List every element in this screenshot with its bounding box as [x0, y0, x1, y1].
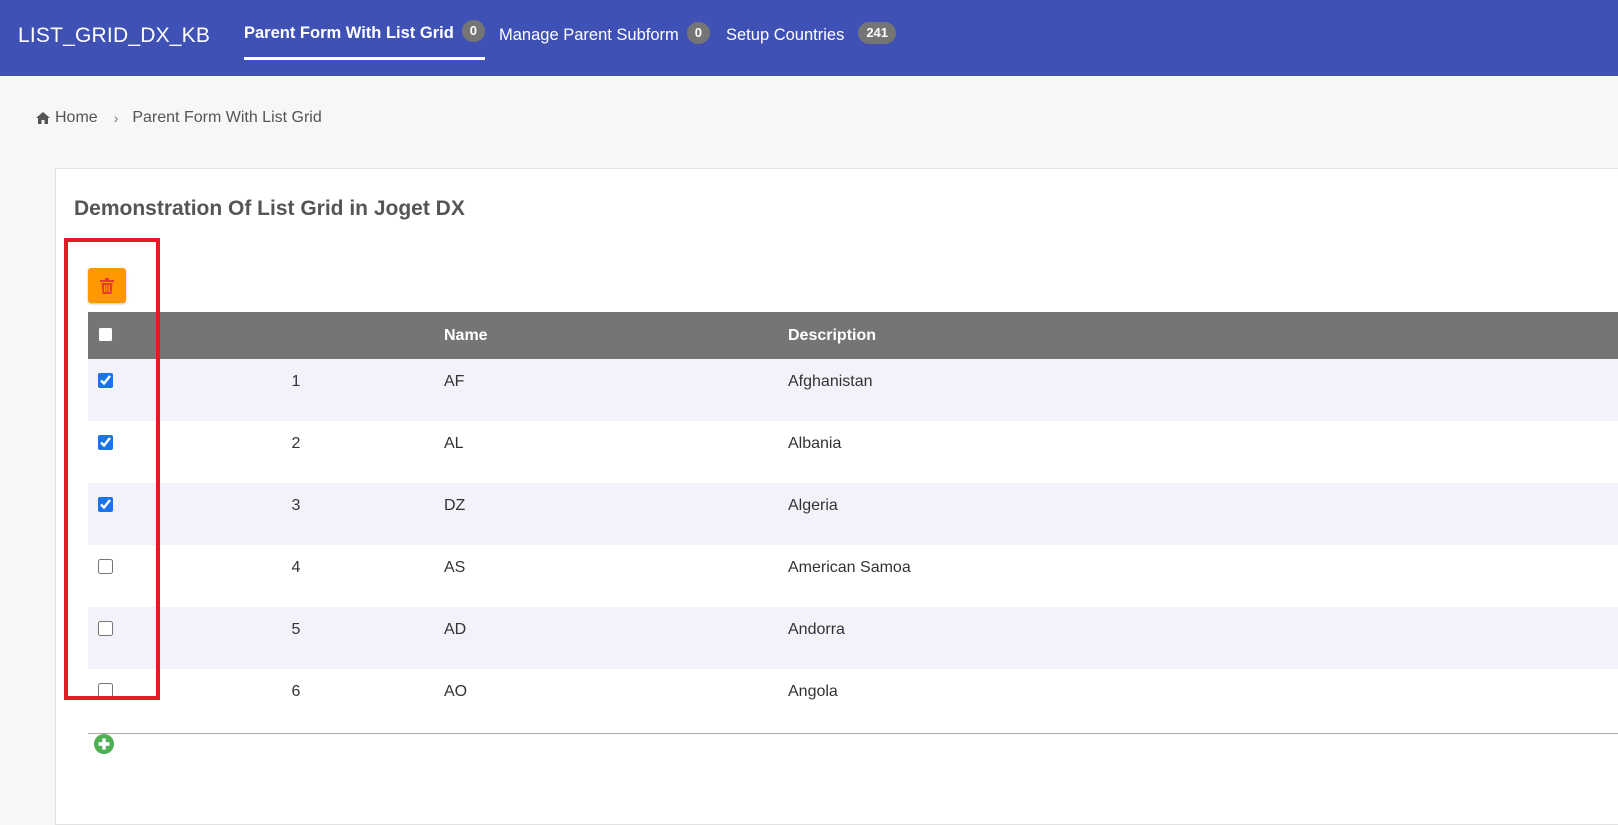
add-row-icon[interactable]: [94, 734, 114, 754]
app-brand[interactable]: LIST_GRID_DX_KB: [18, 24, 210, 48]
table-row[interactable]: 5 AD Andorra: [88, 607, 1618, 669]
row-checkbox[interactable]: [98, 373, 113, 388]
page-title: Demonstration Of List Grid in Joget DX: [74, 197, 465, 220]
row-name: DZ: [444, 497, 466, 514]
grid-divider: [88, 733, 1618, 734]
nav-tab-manage-subform[interactable]: Manage Parent Subform 0: [499, 22, 711, 60]
table-row[interactable]: 1 AF Afghanistan: [88, 359, 1618, 421]
row-checkbox-cell: [98, 373, 113, 393]
trash-icon: [100, 277, 114, 294]
row-checkbox[interactable]: [98, 497, 113, 512]
row-checkbox[interactable]: [98, 683, 113, 698]
row-checkbox[interactable]: [98, 435, 113, 450]
nav-tab-label: Setup Countries: [726, 26, 845, 44]
grid-header: Name Description: [88, 312, 1618, 359]
row-description: Angola: [788, 683, 838, 700]
row-name: AO: [444, 683, 468, 700]
top-navbar: LIST_GRID_DX_KB Parent Form With List Gr…: [0, 0, 1618, 76]
table-row[interactable]: 2 AL Albania: [88, 421, 1618, 483]
table-row[interactable]: 4 AS American Samoa: [88, 545, 1618, 607]
row-checkbox-cell: [98, 683, 113, 703]
row-number: 3: [291, 497, 301, 514]
count-badge: 0: [461, 20, 486, 42]
row-name: AL: [444, 435, 464, 452]
row-number: 4: [291, 559, 301, 576]
breadcrumb-current: Parent Form With List Grid: [132, 109, 322, 126]
delete-selected-button[interactable]: [88, 268, 126, 303]
table-row[interactable]: 3 DZ Algeria: [88, 483, 1618, 545]
row-name: AS: [444, 559, 466, 576]
nav-tab-label: Parent Form With List Grid: [244, 24, 454, 42]
row-number: 5: [291, 621, 301, 638]
breadcrumb-home[interactable]: Home: [36, 109, 98, 127]
nav-tab-setup-countries[interactable]: Setup Countries 241: [726, 22, 897, 60]
count-badge: 241: [858, 22, 897, 44]
list-grid: Name Description 1 AF Afghanistan 2 AL Albani…: [88, 312, 1618, 734]
breadcrumb-home-label: Home: [55, 109, 98, 126]
form-card: Demonstration Of List Grid in Joget DX N…: [55, 168, 1618, 825]
chevron-right-icon: ›: [113, 110, 119, 126]
table-row[interactable]: 6 AO Angola: [88, 669, 1618, 731]
row-description: Andorra: [788, 621, 845, 638]
column-header-description[interactable]: Description: [788, 327, 876, 345]
row-name: AD: [444, 621, 467, 638]
grid-body: 1 AF Afghanistan 2 AL Albania 3 DZ Algeria 4 AS Ame…: [88, 359, 1618, 731]
row-checkbox-cell: [98, 435, 113, 455]
nav-tab-label: Manage Parent Subform: [499, 26, 679, 44]
row-checkbox-cell: [98, 559, 113, 579]
row-description: American Samoa: [788, 559, 911, 576]
column-header-name[interactable]: Name: [444, 327, 488, 345]
row-checkbox[interactable]: [98, 621, 113, 636]
row-checkbox-cell: [98, 621, 113, 641]
nav-tab-parent-form[interactable]: Parent Form With List Grid 0: [244, 20, 486, 60]
breadcrumb: Home › Parent Form With List Grid: [36, 109, 322, 127]
select-all-checkbox-cell: [98, 327, 113, 347]
row-number: 2: [291, 435, 301, 452]
select-all-checkbox[interactable]: [98, 327, 113, 342]
row-checkbox[interactable]: [98, 559, 113, 574]
home-icon: [36, 112, 50, 124]
row-description: Algeria: [788, 497, 838, 514]
row-description: Albania: [788, 435, 842, 452]
row-name: AF: [444, 373, 465, 390]
count-badge: 0: [686, 22, 711, 44]
row-description: Afghanistan: [788, 373, 873, 390]
row-checkbox-cell: [98, 497, 113, 517]
row-number: 1: [291, 373, 301, 390]
row-number: 6: [291, 683, 301, 700]
